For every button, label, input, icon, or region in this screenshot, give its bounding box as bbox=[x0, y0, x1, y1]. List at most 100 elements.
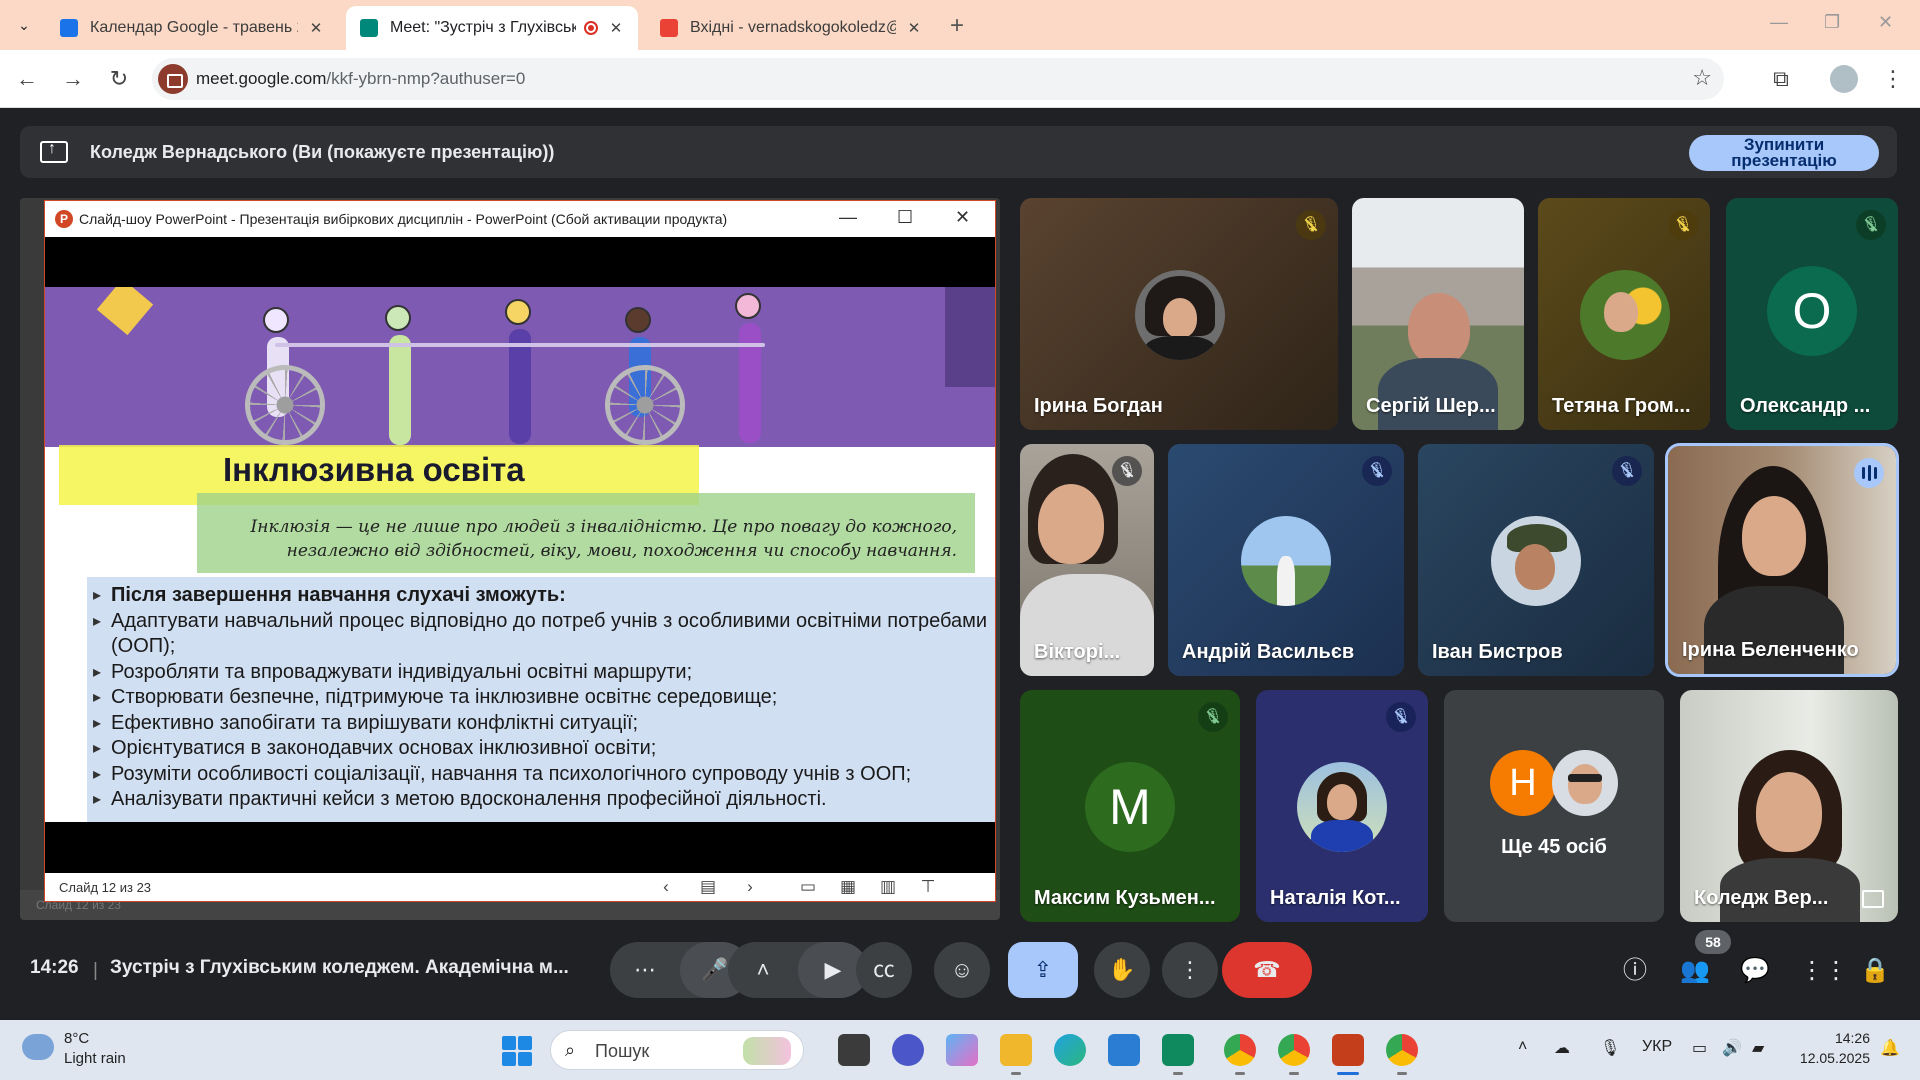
taskbar-time[interactable]: 14:26 bbox=[1790, 1030, 1870, 1046]
slide-quote: Інклюзія — це не лише про людей з інвалі… bbox=[250, 517, 957, 561]
extensions-icon[interactable]: ⧉ bbox=[1766, 64, 1796, 94]
more-options-button[interactable]: ⋮ bbox=[1162, 942, 1218, 998]
participant-name: Наталія Кот... bbox=[1270, 887, 1401, 909]
activities-icon[interactable]: ⋮⋮ bbox=[1800, 956, 1848, 986]
muted-mic-icon: 🎙 bbox=[1198, 702, 1228, 732]
raise-hand-button[interactable]: ✋ bbox=[1094, 942, 1150, 998]
network-off-icon[interactable]: ☁ bbox=[1554, 1038, 1570, 1058]
bookmark-star-icon[interactable]: ☆ bbox=[1692, 65, 1712, 91]
meet-now-icon[interactable] bbox=[892, 1034, 924, 1066]
search-highlight-icon bbox=[743, 1037, 791, 1065]
participant-tile[interactable]: 🎙 Іван Бистров bbox=[1418, 444, 1654, 676]
captions-button[interactable]: ㏄ bbox=[856, 942, 912, 998]
more-participants-label: Ще 45 осіб bbox=[1501, 836, 1607, 858]
more-participants-tile[interactable]: Н Ще 45 осіб bbox=[1444, 690, 1664, 922]
chat-icon[interactable]: 💬 bbox=[1740, 956, 1770, 986]
store-icon[interactable] bbox=[1108, 1034, 1140, 1066]
slideshow-icon[interactable]: ⊤ bbox=[917, 877, 939, 897]
display-icon[interactable]: ▭ bbox=[1692, 1038, 1707, 1058]
taskbar-date[interactable]: 12.05.2025 bbox=[1770, 1050, 1870, 1066]
avatar bbox=[1552, 750, 1618, 816]
slide: Інклюзивна освіта Інклюзія — це не лише … bbox=[45, 287, 995, 822]
input-language[interactable]: УКР bbox=[1642, 1038, 1672, 1056]
mic-tray-icon[interactable]: 🎙 bbox=[1600, 1038, 1620, 1058]
present-now-button[interactable]: ⇪ bbox=[1008, 942, 1078, 998]
notes-icon[interactable]: ▤ bbox=[697, 877, 719, 897]
weather-condition[interactable]: Light rain bbox=[64, 1050, 126, 1067]
powerpoint-titlebar: P Слайд-шоу PowerPoint - Презентація виб… bbox=[45, 201, 995, 237]
profile-avatar[interactable] bbox=[1830, 65, 1858, 93]
meeting-info-icon[interactable]: ⓘ bbox=[1620, 956, 1650, 986]
participant-tile[interactable]: 🎙 Вікторі... bbox=[1020, 444, 1154, 676]
volume-icon[interactable]: 🔊 bbox=[1722, 1038, 1742, 1058]
close-icon[interactable]: ✕ bbox=[955, 207, 970, 228]
reactions-button[interactable]: ☺ bbox=[934, 942, 990, 998]
picture-in-picture-icon[interactable] bbox=[1862, 890, 1884, 908]
notifications-icon[interactable]: 🔔 bbox=[1880, 1038, 1900, 1058]
chrome-icon[interactable] bbox=[1224, 1034, 1256, 1066]
tray-overflow-icon[interactable]: ˄ bbox=[1518, 1038, 1527, 1056]
normal-view-icon[interactable]: ▭ bbox=[797, 877, 819, 897]
slide-sorter-icon[interactable]: ▦ bbox=[837, 877, 859, 897]
chrome-profile-icon[interactable] bbox=[1278, 1034, 1310, 1066]
participant-tile[interactable]: О 🎙 Олександр ... bbox=[1726, 198, 1898, 430]
bullet-item: Орієнтуватися в законодавчих основах інк… bbox=[93, 736, 993, 762]
weather-cloud-icon[interactable] bbox=[22, 1034, 54, 1060]
close-icon[interactable]: ✕ bbox=[906, 19, 922, 37]
chrome-window-icon[interactable] bbox=[1386, 1034, 1418, 1066]
meet-app-icon[interactable] bbox=[1162, 1034, 1194, 1066]
site-info-icon[interactable] bbox=[158, 64, 188, 94]
close-icon[interactable]: ✕ bbox=[308, 19, 324, 37]
maximize-icon[interactable]: ☐ bbox=[897, 207, 913, 228]
close-icon[interactable]: ✕ bbox=[608, 19, 624, 37]
slide-heading: Інклюзивна освіта bbox=[223, 451, 525, 488]
participant-tile[interactable]: Коледж Вер... bbox=[1680, 690, 1898, 922]
participant-tile[interactable]: Ірина Беленченко bbox=[1665, 443, 1899, 677]
participant-tile[interactable]: 🎙 Андрій Васильєв bbox=[1168, 444, 1404, 676]
bullet-item: Ефективно запобігати та вирішувати конфл… bbox=[93, 711, 993, 737]
powerpoint-taskbar-icon[interactable] bbox=[1332, 1034, 1364, 1066]
new-tab-button[interactable]: + bbox=[950, 12, 964, 40]
participant-tile[interactable]: Сергій Шер... bbox=[1352, 198, 1524, 430]
stop-presenting-button[interactable]: Зупинити презентацію bbox=[1689, 135, 1879, 171]
browser-menu-icon[interactable]: ⋮ bbox=[1878, 64, 1908, 94]
tab-gmail[interactable]: Вхідні - vernadskogokoledz@g ✕ bbox=[646, 6, 936, 50]
back-icon[interactable]: ← bbox=[12, 64, 42, 94]
taskbar-search[interactable]: ⌕ Пошук bbox=[550, 1030, 804, 1070]
search-icon: ⌕ bbox=[565, 1040, 576, 1060]
figure-head bbox=[625, 307, 651, 333]
wheelchair-wheel bbox=[605, 365, 685, 445]
leave-call-button[interactable]: ☎ bbox=[1222, 942, 1312, 998]
reading-view-icon[interactable]: ▥ bbox=[877, 877, 899, 897]
battery-icon[interactable]: ▰ bbox=[1752, 1038, 1764, 1058]
forward-icon[interactable]: → bbox=[58, 64, 88, 94]
host-controls-icon[interactable]: 🔒 bbox=[1860, 956, 1890, 986]
edge-icon[interactable] bbox=[1054, 1034, 1086, 1066]
task-view-icon[interactable] bbox=[838, 1034, 870, 1066]
copilot-icon[interactable] bbox=[946, 1034, 978, 1066]
next-slide-icon[interactable]: › bbox=[739, 877, 761, 897]
file-explorer-icon[interactable] bbox=[1000, 1034, 1032, 1066]
window-close-icon[interactable]: ✕ bbox=[1878, 12, 1893, 33]
recording-icon bbox=[584, 21, 598, 35]
weather-temperature[interactable]: 8°C bbox=[64, 1030, 89, 1047]
people-icon[interactable]: 👥 bbox=[1680, 956, 1710, 986]
video-options-icon[interactable]: ˄ bbox=[728, 942, 798, 998]
tab-google-meet[interactable]: Meet: "Зустріч з Глухівськи ✕ bbox=[346, 6, 638, 50]
address-bar[interactable]: meet.google.com/kkf-ybrn-nmp?authuser=0 … bbox=[152, 58, 1724, 100]
muted-mic-icon: 🎙 bbox=[1296, 210, 1326, 240]
bullet-item: Аналізувати практичні кейси з метою вдос… bbox=[93, 787, 993, 813]
participant-tile[interactable]: М 🎙 Максим Кузьмен... bbox=[1020, 690, 1240, 922]
participant-tile[interactable]: 🎙 Тетяна Гром... bbox=[1538, 198, 1710, 430]
reload-icon[interactable]: ↻ bbox=[104, 64, 134, 94]
windows-start-icon[interactable] bbox=[502, 1036, 532, 1066]
tab-google-calendar[interactable]: Календар Google - травень 20 ✕ bbox=[46, 6, 338, 50]
tab-search-button[interactable]: ⌄ bbox=[10, 11, 38, 39]
previous-slide-icon[interactable]: ‹ bbox=[655, 877, 677, 897]
audio-options-icon[interactable]: ⋯ bbox=[610, 942, 680, 998]
participant-tile[interactable]: 🎙 Наталія Кот... bbox=[1256, 690, 1428, 922]
minimize-icon[interactable]: — bbox=[839, 207, 857, 228]
minimize-icon[interactable]: — bbox=[1770, 12, 1788, 33]
restore-icon[interactable]: ❐ bbox=[1824, 12, 1840, 33]
participant-tile[interactable]: 🎙 Ірина Богдан bbox=[1020, 198, 1338, 430]
